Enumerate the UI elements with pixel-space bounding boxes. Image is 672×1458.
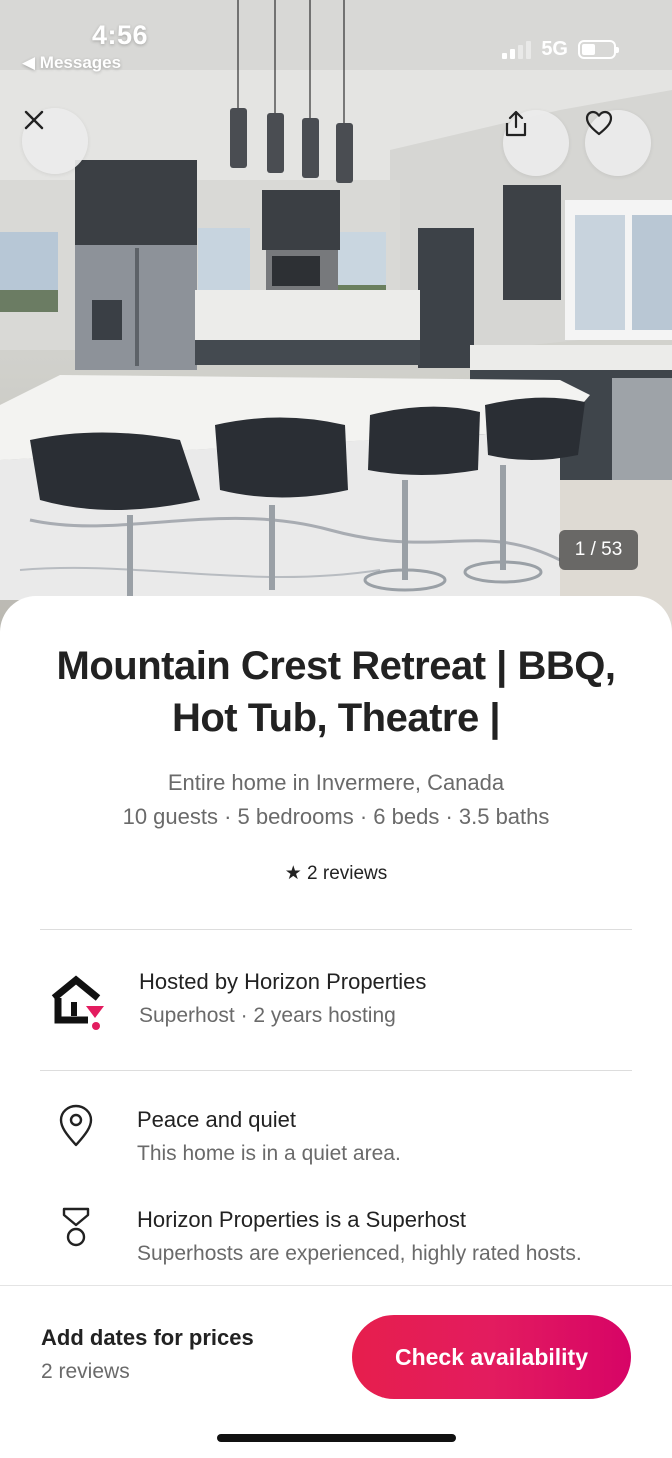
network-label: 5G (541, 38, 568, 60)
signal-icon (502, 40, 532, 59)
check-availability-button[interactable]: Check availability (352, 1315, 631, 1399)
close-button[interactable] (22, 108, 88, 174)
battery-icon (578, 40, 619, 59)
status-indicators: 5G (502, 38, 619, 61)
feature-title-superhost: Horizon Properties is a Superhost (137, 1207, 466, 1232)
price-label[interactable]: Add dates for prices (41, 1325, 254, 1351)
listing-title: Mountain Crest Retreat | BBQ, Hot Tub, T… (56, 644, 616, 740)
listing-subtitle: Entire home in Invermere, Canada (167, 770, 505, 795)
feature-subtitle-quiet: This home is in a quiet area. (137, 1142, 401, 1165)
divider (40, 929, 632, 930)
listing-photo[interactable]: 4:56 ◀ Messages 5G 1 / 53 (0, 0, 672, 640)
listing-details: 10 guests · 5 bedrooms · 6 beds · 3.5 ba… (122, 804, 550, 829)
feature-title-quiet: Peace and quiet (137, 1107, 297, 1132)
back-label: Messages (39, 53, 122, 72)
status-time: 4:56 (92, 20, 149, 50)
superhost-badge-icon (62, 1207, 90, 1247)
share-icon (505, 110, 527, 137)
star-icon: ★ (284, 863, 302, 884)
heart-icon (585, 110, 613, 136)
save-wishlist-button[interactable] (585, 110, 651, 176)
back-to-messages[interactable]: ◀ Messages (22, 53, 121, 73)
home-indicator[interactable] (217, 1434, 456, 1442)
host-name[interactable]: Hosted by Horizon Properties (139, 969, 426, 995)
photo-counter: 1 / 53 (559, 530, 638, 570)
reviews-link: 2 reviews (307, 863, 388, 884)
feature-subtitle-superhost: Superhosts are experienced, highly rated… (137, 1242, 582, 1265)
host-meta: Superhost · 2 years hosting (139, 1004, 396, 1027)
host-logo-icon (51, 975, 104, 1030)
share-button[interactable] (503, 110, 569, 176)
rating-summary[interactable]: ★ 2 reviews (0, 862, 672, 885)
divider (40, 1070, 632, 1071)
footer-reviews[interactable]: 2 reviews (41, 1360, 130, 1384)
close-icon (24, 110, 44, 130)
location-pin-icon (59, 1104, 93, 1147)
